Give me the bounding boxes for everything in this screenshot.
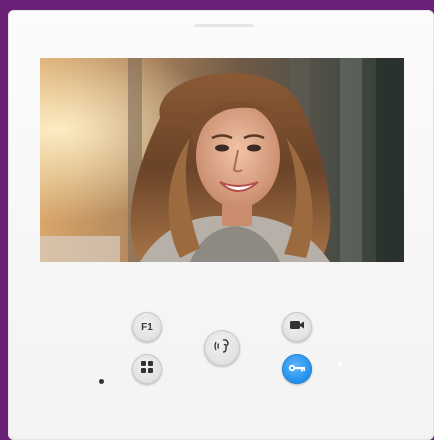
camera-button[interactable] — [282, 312, 312, 342]
video-camera-icon — [289, 318, 305, 336]
speaker-grille — [194, 24, 254, 27]
key-icon — [288, 360, 306, 378]
intercom-monitor: F1 — [8, 10, 434, 440]
speech-icon — [212, 337, 232, 360]
talk-button[interactable] — [204, 330, 240, 366]
video-screen — [40, 58, 404, 262]
menu-button[interactable] — [132, 354, 162, 384]
video-feed-image — [40, 58, 404, 262]
f1-label: F1 — [141, 321, 153, 333]
microphone-hole — [99, 379, 104, 384]
f1-button[interactable]: F1 — [132, 312, 162, 342]
status-led — [338, 362, 342, 366]
door-open-button[interactable] — [282, 354, 312, 384]
grid-icon — [140, 360, 154, 379]
